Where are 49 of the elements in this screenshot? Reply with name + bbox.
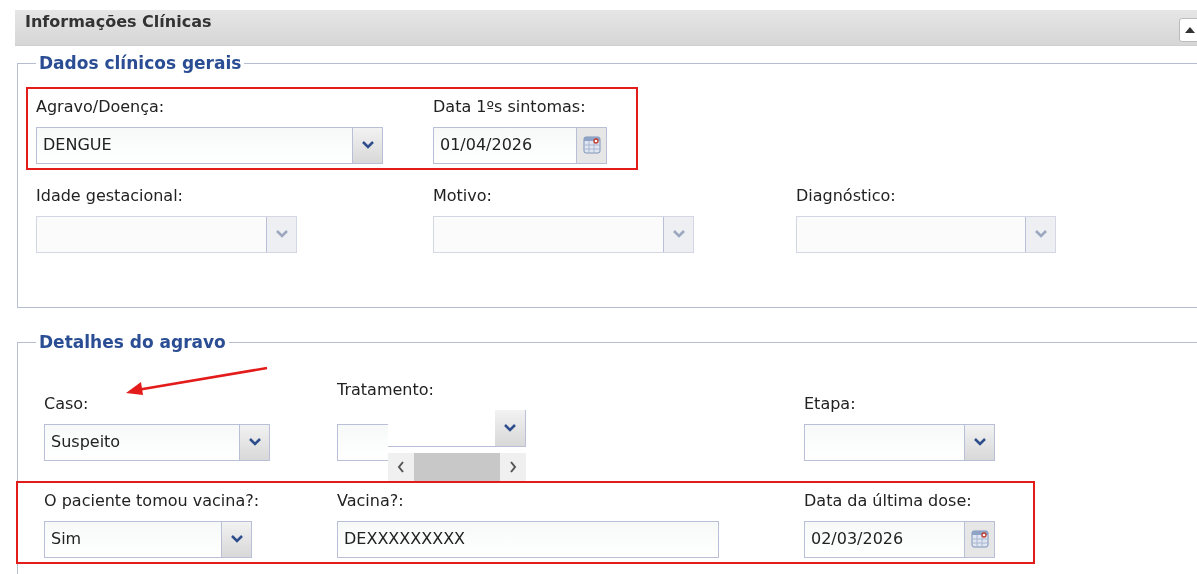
dropdown-arrow-button[interactable] [239,424,269,460]
dropdown-field[interactable]: Sim [44,520,252,558]
dropdown-field[interactable]: Suspeito [44,423,270,461]
dropdown-value: Sim [51,528,82,550]
chevron-down-icon [230,535,243,543]
calendar-icon [970,530,989,548]
chevron-down-icon [672,230,685,238]
text-field[interactable]: DEXXXXXXXXX [337,520,719,558]
dropdown-field[interactable] [804,423,995,461]
horizontal-scrollbar[interactable] [388,452,526,481]
field-label: Motivo: [433,184,493,207]
dropdown-value: DENGUE [43,134,112,156]
date-value: 01/04/2026 [440,134,533,156]
date-value: 02/03/2026 [811,528,904,550]
chevron-down-icon [1034,230,1047,238]
chevron-down-icon [973,438,986,446]
field-label: Idade gestacional: [36,184,184,207]
field-label: Tratamento: [337,378,435,401]
date-field[interactable]: 02/03/2026 [804,520,995,558]
dropdown-field[interactable]: DENGUE [36,126,383,164]
collapse-button[interactable] [1179,17,1197,42]
field-label: Vacina?: [337,489,405,512]
section-legend: Dados clínicos gerais [36,51,245,77]
dropdown-arrow-button[interactable] [221,521,251,557]
chevron-down-icon [361,141,374,149]
field-label: Diagnóstico: [796,184,897,207]
calendar-icon [582,136,601,154]
scrollbar-thumb[interactable] [414,452,500,481]
dropdown-field[interactable] [388,409,526,447]
dropdown-arrow-button[interactable] [352,127,382,163]
calendar-button[interactable] [964,521,994,557]
dropdown-field[interactable] [337,423,389,461]
calendar-button[interactable] [576,127,606,163]
field-label: Caso: [44,392,90,415]
field-label: Data 1ºs sintomas: [433,95,587,118]
chevron-down-icon [504,423,516,432]
dropdown-arrow-button[interactable] [964,424,994,460]
text-value: DEXXXXXXXXX [344,528,466,550]
chevron-down-icon [275,230,288,238]
field-label: Agravo/Doença: [36,95,166,118]
date-field[interactable]: 01/04/2026 [433,126,607,164]
dropdown-value: Suspeito [51,431,121,453]
section-legend: Detalhes do agravo [36,330,229,356]
field-label: O paciente tomou vacina?: [44,489,261,512]
field-label: Data da última dose: [804,489,973,512]
field-label: Etapa: [804,392,857,415]
chevron-down-icon [248,438,261,446]
collapse-icon [1184,25,1196,34]
panel-title: Informações Clínicas [25,10,212,33]
